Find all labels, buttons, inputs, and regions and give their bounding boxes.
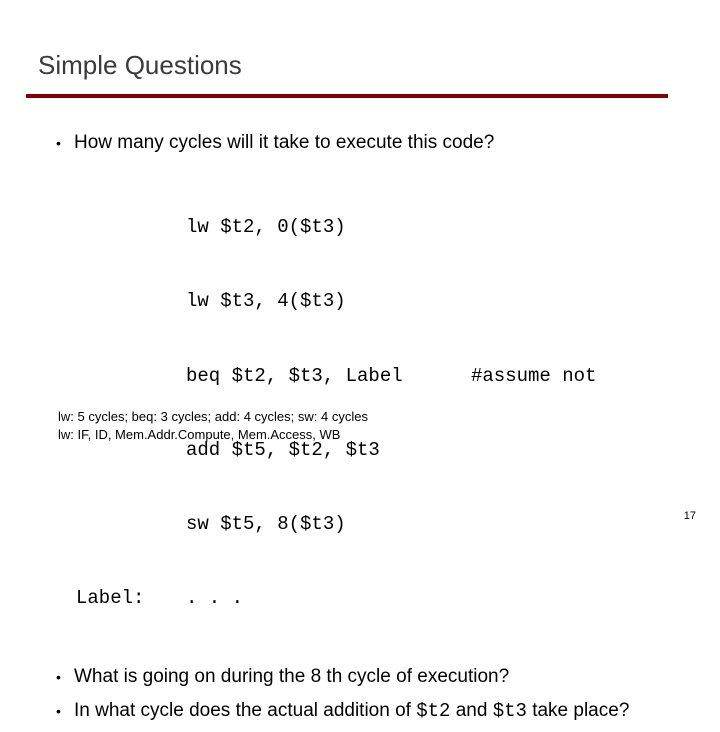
bullet-1: • How many cycles will it take to execut… bbox=[56, 130, 676, 156]
bullet-2-text: What is going on during the 8 th cycle o… bbox=[74, 664, 676, 690]
bullet-dot-icon: • bbox=[56, 664, 74, 690]
page-number: 17 bbox=[684, 510, 696, 522]
code-line-2: lw $t3, 4($t3) bbox=[76, 289, 676, 314]
bullet-3-text: In what cycle does the actual addition o… bbox=[74, 698, 676, 725]
footnote-2: lw: IF, ID, Mem.Addr.Compute, Mem.Access… bbox=[58, 426, 368, 444]
footnotes: lw: 5 cycles; beq: 3 cycles; add: 4 cycl… bbox=[58, 408, 368, 443]
footnote-1: lw: 5 cycles; beq: 3 cycles; add: 4 cycl… bbox=[58, 408, 368, 426]
code-line-6: Label:. . . bbox=[76, 586, 676, 611]
code-line-5: sw $t5, 8($t3) bbox=[76, 512, 676, 537]
slide-title: Simple Questions bbox=[38, 50, 242, 81]
title-underline bbox=[26, 94, 668, 98]
bullet-3: • In what cycle does the actual addition… bbox=[56, 698, 676, 725]
bullet-dot-icon: • bbox=[56, 130, 74, 156]
bullet-2: • What is going on during the 8 th cycle… bbox=[56, 664, 676, 690]
code-line-3: beq $t2, $t3, Label#assume not bbox=[76, 364, 676, 389]
bullet-1-text: How many cycles will it take to execute … bbox=[74, 130, 676, 156]
bullet-dot-icon: • bbox=[56, 698, 74, 724]
code-line-1: lw $t2, 0($t3) bbox=[76, 215, 676, 240]
slide: Simple Questions • How many cycles will … bbox=[0, 0, 720, 540]
